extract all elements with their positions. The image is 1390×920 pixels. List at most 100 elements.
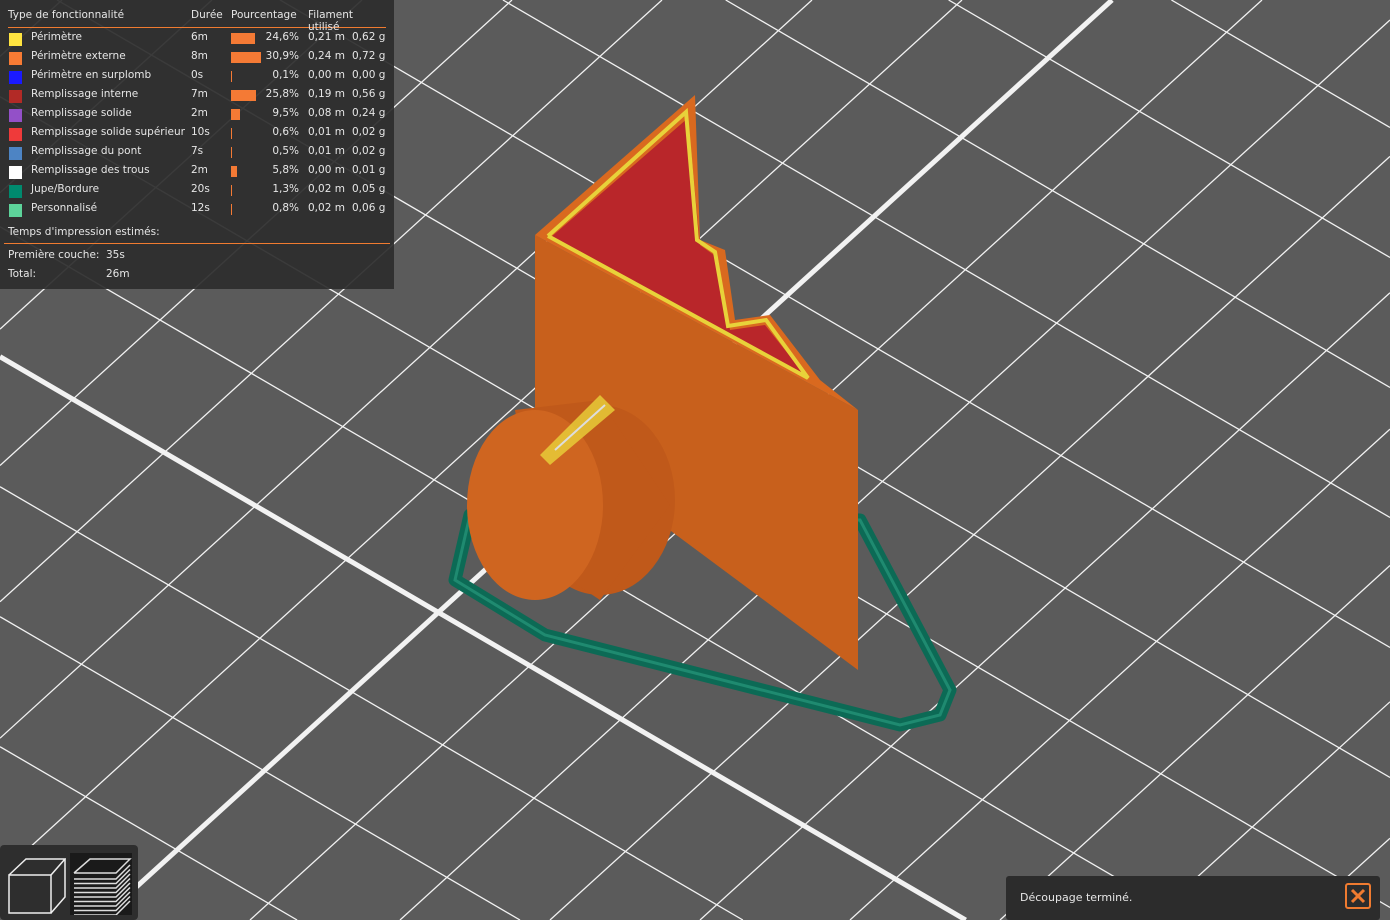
header-percent: Pourcentage <box>231 9 297 21</box>
notification-close-button[interactable] <box>1345 883 1371 909</box>
color-swatch <box>9 147 22 160</box>
legend-row: Périmètre en surplomb 0s 0,1% 0,00 m 0,0… <box>0 67 394 86</box>
grid-line <box>849 428 1390 920</box>
feature-label: Remplissage du pont <box>31 145 142 157</box>
feature-length: 0,08 m <box>308 107 345 119</box>
view-mode-toolbar <box>0 845 138 920</box>
color-swatch <box>9 33 22 46</box>
feature-label: Remplissage des trous <box>31 164 150 176</box>
percent-bar <box>231 33 255 44</box>
feature-length: 0,02 m <box>308 202 345 214</box>
percent-bar <box>231 71 232 82</box>
feature-legend-panel: Type de fonctionnalité Durée Pourcentage… <box>0 0 394 289</box>
feature-weight: 0,62 g <box>352 31 386 43</box>
percent-bar <box>231 109 241 120</box>
color-swatch <box>9 109 22 122</box>
grid-line <box>948 0 1390 259</box>
feature-percent: 24,6% <box>265 31 299 43</box>
legend-row: Jupe/Bordure 20s 1,3% 0,02 m 0,05 g <box>0 181 394 200</box>
feature-weight: 0,00 g <box>352 69 386 81</box>
color-swatch <box>9 71 22 84</box>
cylinder-face <box>467 410 603 600</box>
feature-label: Remplissage solide <box>31 107 132 119</box>
header-type: Type de fonctionnalité <box>8 9 125 21</box>
feature-label: Périmètre externe <box>31 50 126 62</box>
feature-weight: 0,56 g <box>352 88 386 100</box>
legend-row: Remplissage des trous 2m 5,8% 0,00 m 0,0… <box>0 162 394 181</box>
cube-icon <box>8 858 67 914</box>
feature-weight: 0,01 g <box>352 164 386 176</box>
layer-view-button[interactable] <box>70 853 132 916</box>
estimated-time-title: Temps d'impression estimés: <box>8 226 160 238</box>
feature-duration: 2m <box>191 164 208 176</box>
printed-model <box>448 95 957 732</box>
feature-length: 0,19 m <box>308 88 345 100</box>
color-swatch <box>9 166 22 179</box>
notification-toast: Découpage terminé. <box>1006 876 1380 920</box>
feature-percent: 0,5% <box>272 145 299 157</box>
legend-row: Remplissage solide 2m 9,5% 0,08 m 0,24 g <box>0 105 394 124</box>
grid-line <box>1171 0 1390 129</box>
feature-weight: 0,06 g <box>352 202 386 214</box>
feature-length: 0,01 m <box>308 126 345 138</box>
legend-row: Remplissage solide supérieur 10s 0,6% 0,… <box>0 124 394 143</box>
total-label: Total: <box>8 268 37 280</box>
percent-bar <box>231 147 232 158</box>
percent-bar <box>231 166 237 177</box>
feature-label: Remplissage interne <box>31 88 139 100</box>
feature-label: Personnalisé <box>31 202 98 214</box>
color-swatch <box>9 128 22 141</box>
feature-length: 0,21 m <box>308 31 345 43</box>
first-layer-label: Première couche: <box>8 249 100 261</box>
feature-percent: 5,8% <box>272 164 299 176</box>
header-duration: Durée <box>191 9 223 21</box>
feature-label: Périmètre en surplomb <box>31 69 152 81</box>
percent-bar <box>231 128 232 139</box>
feature-duration: 12s <box>191 202 210 214</box>
legend-row: Remplissage du pont 7s 0,5% 0,01 m 0,02 … <box>0 143 394 162</box>
close-icon <box>1350 888 1366 904</box>
feature-length: 0,00 m <box>308 164 345 176</box>
feature-percent: 9,5% <box>272 107 299 119</box>
feature-percent: 25,8% <box>265 88 299 100</box>
feature-percent: 0,8% <box>272 202 299 214</box>
feature-percent: 30,9% <box>265 50 299 62</box>
color-swatch <box>9 185 22 198</box>
first-layer-value: 35s <box>106 249 125 261</box>
feature-duration: 0s <box>191 69 204 81</box>
color-swatch <box>9 90 22 103</box>
feature-duration: 7s <box>191 145 204 157</box>
percent-bar <box>231 185 233 196</box>
3d-view-button[interactable] <box>4 853 67 915</box>
feature-length: 0,00 m <box>308 69 345 81</box>
feature-duration: 20s <box>191 183 210 195</box>
percent-bar <box>231 204 232 215</box>
feature-weight: 0,24 g <box>352 107 386 119</box>
feature-duration: 8m <box>191 50 208 62</box>
legend-header: Type de fonctionnalité Durée Pourcentage… <box>8 9 386 33</box>
feature-label: Remplissage solide supérieur <box>31 126 185 138</box>
feature-duration: 10s <box>191 126 210 138</box>
layers-icon <box>73 858 132 916</box>
feature-duration: 7m <box>191 88 208 100</box>
legend-row: Périmètre 6m 24,6% 0,21 m 0,62 g <box>0 29 394 48</box>
feature-percent: 1,3% <box>272 183 299 195</box>
feature-label: Jupe/Bordure <box>31 183 100 195</box>
notification-message: Découpage terminé. <box>1020 891 1133 904</box>
color-swatch <box>9 204 22 217</box>
feature-percent: 0,1% <box>272 69 299 81</box>
feature-label: Périmètre <box>31 31 83 43</box>
feature-length: 0,02 m <box>308 183 345 195</box>
feature-weight: 0,02 g <box>352 126 386 138</box>
feature-length: 0,01 m <box>308 145 345 157</box>
divider <box>4 243 390 244</box>
layer-line <box>74 900 131 916</box>
percent-bar <box>231 52 261 63</box>
grid-line <box>725 0 1390 389</box>
feature-weight: 0,72 g <box>352 50 386 62</box>
percent-bar <box>231 90 257 101</box>
feature-weight: 0,02 g <box>352 145 386 157</box>
feature-weight: 0,05 g <box>352 183 386 195</box>
feature-length: 0,24 m <box>308 50 345 62</box>
feature-duration: 6m <box>191 31 208 43</box>
